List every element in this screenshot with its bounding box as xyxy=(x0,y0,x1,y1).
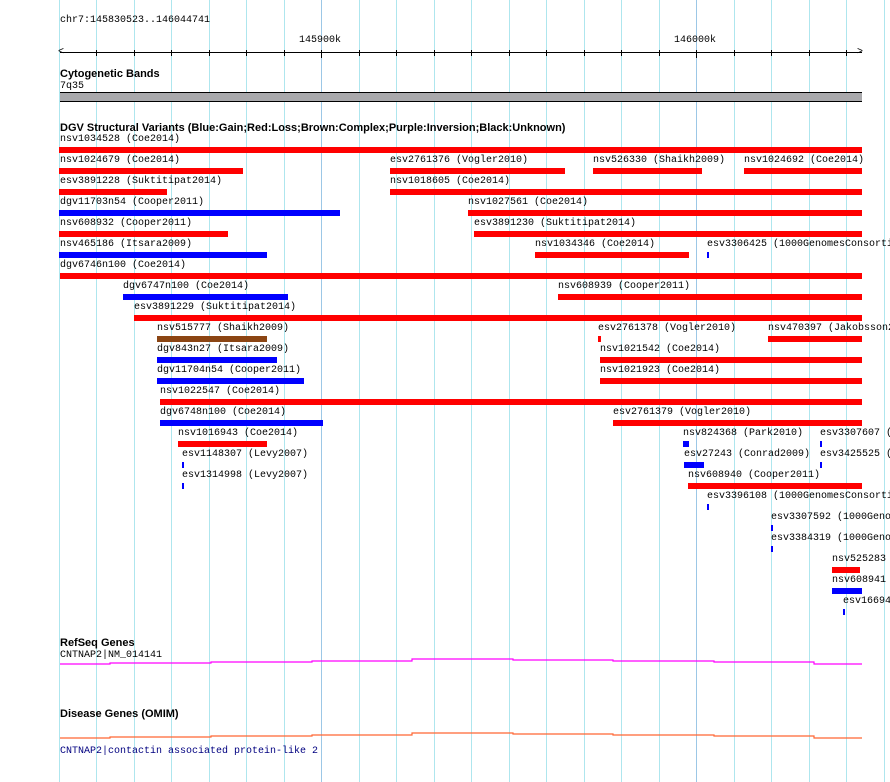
omim-gene-label[interactable]: CNTNAP2|contactin associated protein-lik… xyxy=(60,746,318,757)
refseq-gene-model xyxy=(60,658,862,665)
gene-models xyxy=(60,658,862,739)
genome-browser-panel: chr7:145830523..146044741 < > 145900k 14… xyxy=(0,0,890,782)
omim-gene-model xyxy=(60,732,862,739)
omim-track-title: Disease Genes (OMIM) xyxy=(60,708,179,720)
